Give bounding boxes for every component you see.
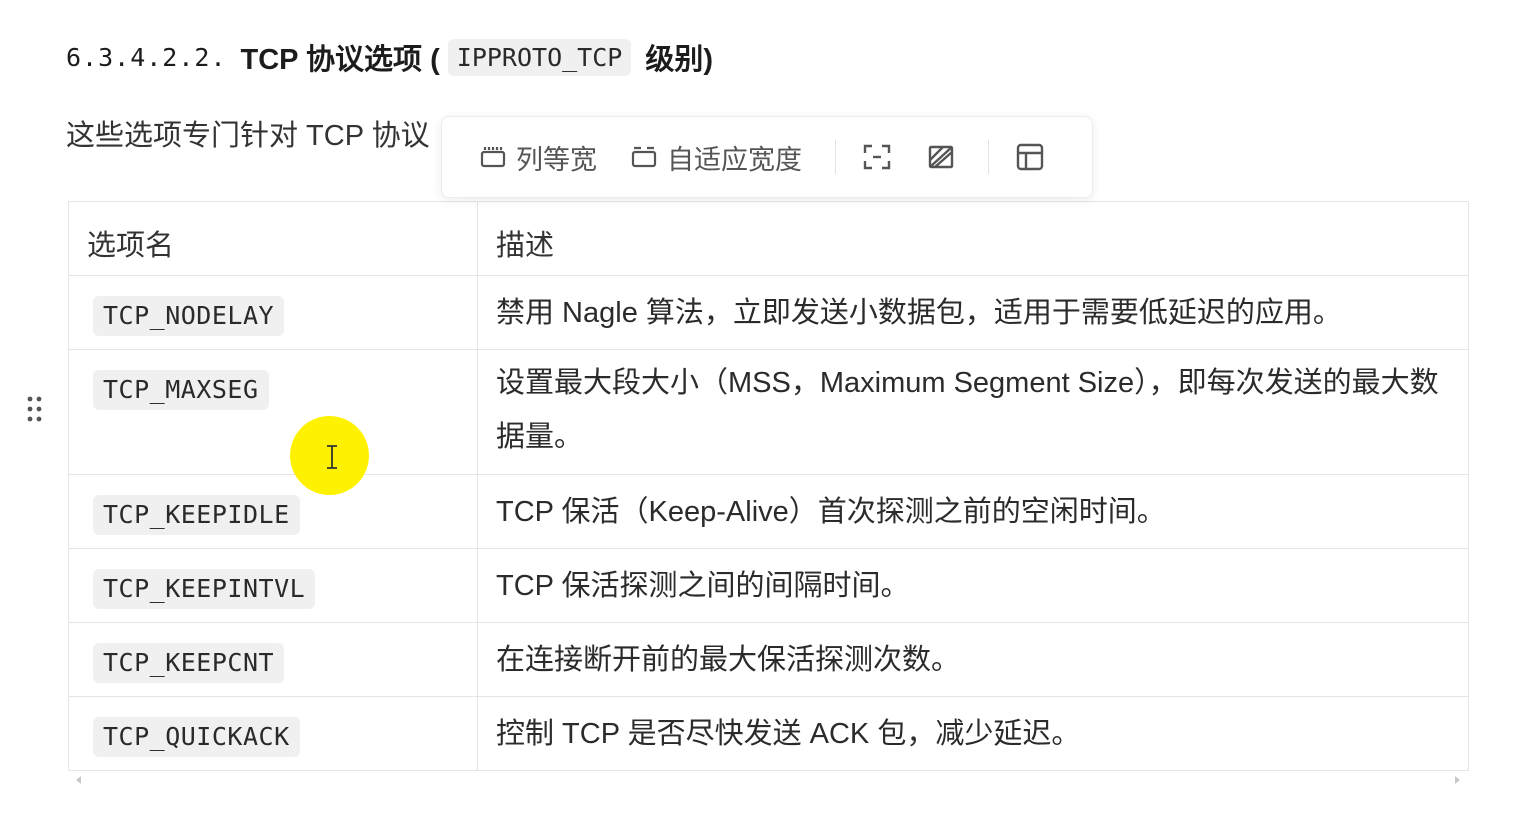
- option-name-code: TCP_QUICKACK: [93, 717, 300, 757]
- equal-width-icon: [480, 144, 506, 170]
- table-row: TCP_MAXSEG 设置最大段大小（MSS，Maximum Segment S…: [68, 349, 1469, 475]
- option-name-cell[interactable]: TCP_QUICKACK: [68, 696, 478, 771]
- option-name-cell[interactable]: TCP_NODELAY: [68, 275, 478, 350]
- option-description-cell[interactable]: 设置最大段大小（MSS，Maximum Segment Size），即每次发送的…: [477, 349, 1469, 475]
- table-row: TCP_QUICKACK 控制 TCP 是否尽快发送 ACK 包，减少延迟。: [68, 696, 1469, 771]
- section-number: 6.3.4.2.2.: [66, 42, 227, 72]
- option-name-code: TCP_NODELAY: [93, 296, 285, 336]
- no-format-icon: [926, 142, 956, 172]
- option-name-cell[interactable]: TCP_KEEPINTVL: [68, 548, 478, 623]
- table-toolbar: 列等宽 自适应宽度: [441, 116, 1093, 198]
- option-name-code: TCP_MAXSEG: [93, 370, 269, 410]
- auto-width-button[interactable]: 自适应宽度: [631, 132, 802, 182]
- option-description-cell[interactable]: TCP 保活（Keep-Alive）首次探测之前的空闲时间。: [477, 474, 1469, 549]
- horizontal-scrollbar[interactable]: [68, 776, 1468, 786]
- auto-width-icon: [631, 144, 657, 170]
- table-row: TCP_KEEPCNT 在连接断开前的最大保活探测次数。: [68, 622, 1469, 697]
- section-title-suffix: 级别): [645, 44, 714, 76]
- section-title-code: IPPROTO_TCP: [447, 38, 632, 76]
- auto-width-label: 自适应宽度: [667, 144, 802, 175]
- column-header-description[interactable]: 描述: [477, 201, 1469, 276]
- equal-width-label: 列等宽: [516, 144, 597, 175]
- equal-width-button[interactable]: 列等宽: [480, 132, 597, 182]
- scroll-left-arrow-icon[interactable]: [76, 776, 81, 784]
- section-heading: 6.3.4.2.2. TCP 协议选项 ( IPPROTO_TCP 级别): [66, 34, 713, 80]
- fullscreen-icon: [862, 142, 892, 172]
- text-cursor-icon: [323, 443, 341, 471]
- options-table-container: 选项名 描述 TCP_NODELAY 禁用 Nagle 算法，立即发送小数据包，…: [68, 201, 1469, 771]
- fullscreen-button[interactable]: [862, 132, 892, 182]
- table-header-row: 选项名 描述: [68, 201, 1469, 276]
- option-name-cell[interactable]: TCP_KEEPIDLE: [68, 474, 478, 549]
- option-description-cell[interactable]: 禁用 Nagle 算法，立即发送小数据包，适用于需要低延迟的应用。: [477, 275, 1469, 350]
- option-description-cell[interactable]: TCP 保活探测之间的间隔时间。: [477, 548, 1469, 623]
- option-name-code: TCP_KEEPCNT: [93, 643, 285, 683]
- table-row: TCP_KEEPIDLE TCP 保活（Keep-Alive）首次探测之前的空闲…: [68, 474, 1469, 549]
- scroll-right-arrow-icon[interactable]: [1455, 776, 1460, 784]
- document-page: 6.3.4.2.2. TCP 协议选项 ( IPPROTO_TCP 级别) 这些…: [0, 0, 1539, 816]
- drag-handle-icon[interactable]: [25, 394, 45, 424]
- option-name-cell[interactable]: TCP_KEEPCNT: [68, 622, 478, 697]
- option-name-code: TCP_KEEPINTVL: [93, 569, 316, 609]
- table-layout-button[interactable]: [1015, 132, 1045, 182]
- option-name-code: TCP_KEEPIDLE: [93, 495, 300, 535]
- intro-paragraph: 这些选项专门针对 TCP 协议: [66, 120, 430, 152]
- table-layout-icon: [1015, 142, 1045, 172]
- section-title-prefix: TCP 协议选项 (: [240, 44, 440, 76]
- table-row: TCP_KEEPINTVL TCP 保活探测之间的间隔时间。: [68, 548, 1469, 623]
- toolbar-divider: [835, 140, 836, 174]
- option-description-cell[interactable]: 控制 TCP 是否尽快发送 ACK 包，减少延迟。: [477, 696, 1469, 771]
- option-description-cell[interactable]: 在连接断开前的最大保活探测次数。: [477, 622, 1469, 697]
- column-header-name[interactable]: 选项名: [68, 201, 478, 276]
- option-name-cell[interactable]: TCP_MAXSEG: [68, 349, 478, 475]
- table-row: TCP_NODELAY 禁用 Nagle 算法，立即发送小数据包，适用于需要低延…: [68, 275, 1469, 350]
- toolbar-divider: [988, 140, 989, 174]
- options-table: 选项名 描述 TCP_NODELAY 禁用 Nagle 算法，立即发送小数据包，…: [68, 201, 1469, 771]
- clear-format-button[interactable]: [926, 132, 956, 182]
